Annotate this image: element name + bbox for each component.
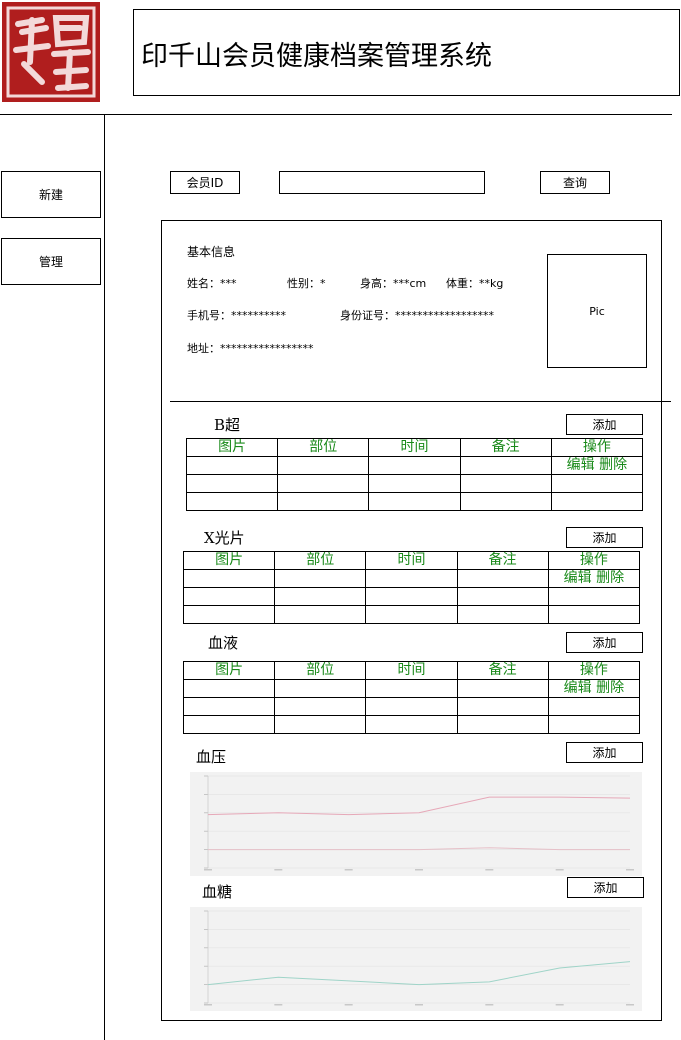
seal-glyph-icon xyxy=(6,6,96,98)
title-box: 印千山会员健康档案管理系统 xyxy=(133,9,680,96)
row-actions: 编辑 删除 xyxy=(550,456,644,475)
table-row xyxy=(185,492,644,511)
x-axis-tick xyxy=(555,869,564,871)
series-line-1 xyxy=(208,847,630,851)
section-title-blood-sugar: 血糖 xyxy=(202,883,233,901)
table-row xyxy=(182,587,641,606)
gender-field: 性别：* xyxy=(287,277,326,290)
logo-seal xyxy=(2,2,100,102)
table-row: 编辑 删除 xyxy=(185,456,644,475)
sidebar-manage-button[interactable]: 管理 xyxy=(1,238,101,285)
section-title-xray: X光片 xyxy=(204,529,245,547)
table-row xyxy=(185,474,644,493)
photo-placeholder-text: Pic xyxy=(589,304,605,318)
table-row: 编辑 删除 xyxy=(182,679,641,698)
sidebar-divider xyxy=(104,114,105,1040)
table-header-row: 图片 部位 时间 备注 操作 xyxy=(182,551,641,570)
section-title-blood: 血液 xyxy=(208,634,239,652)
x-axis-tick xyxy=(485,869,494,871)
id-card-field: 身份证号：****************** xyxy=(340,309,494,322)
blood-sugar-chart xyxy=(190,907,642,1011)
table-header-row: 图片 部位 时间 备注 操作 xyxy=(182,661,641,680)
table-header-row: 图片 部位 时间 备注 操作 xyxy=(185,438,644,457)
b-ultrasound-add-button[interactable]: 添加 xyxy=(566,414,643,435)
blood-table: 图片 部位 时间 备注 操作 编辑 删除 xyxy=(182,661,641,734)
info-divider xyxy=(170,401,671,402)
x-axis-tick xyxy=(274,869,283,871)
member-id-input[interactable] xyxy=(279,171,485,194)
row-actions: 编辑 删除 xyxy=(547,569,641,588)
col-header-image: 图片 xyxy=(185,438,279,457)
edit-link[interactable]: 编辑 xyxy=(564,571,592,587)
query-button[interactable]: 查询 xyxy=(540,171,610,194)
height-field: 身高：***cm xyxy=(360,277,427,290)
blood-sugar-chart-svg xyxy=(204,910,634,1006)
x-axis-tick xyxy=(626,1004,634,1006)
col-header-time: 时间 xyxy=(365,661,458,680)
table-row: 编辑 删除 xyxy=(182,569,641,588)
header-divider xyxy=(0,114,672,115)
col-header-action: 操作 xyxy=(547,551,641,570)
sidebar-new-button[interactable]: 新建 xyxy=(1,171,101,218)
blood-pressure-add-button[interactable]: 添加 xyxy=(566,742,643,763)
member-photo: Pic xyxy=(547,254,647,368)
col-header-part: 部位 xyxy=(277,438,370,457)
x-axis-tick xyxy=(344,1004,353,1006)
col-header-time: 时间 xyxy=(368,438,461,457)
table-row xyxy=(182,605,641,624)
blood-pressure-chart xyxy=(190,772,642,876)
blood-add-button[interactable]: 添加 xyxy=(566,632,643,653)
x-axis-tick xyxy=(204,1004,212,1006)
basic-info-heading: 基本信息 xyxy=(187,245,236,259)
x-axis-tick xyxy=(204,869,212,871)
address-field: 地址：***************** xyxy=(187,342,314,355)
page-title: 印千山会员健康档案管理系统 xyxy=(141,41,492,72)
series-line-0 xyxy=(207,796,631,816)
col-header-time: 时间 xyxy=(365,551,458,570)
section-title-blood-pressure: 血压 xyxy=(196,748,227,766)
col-header-remark: 备注 xyxy=(459,438,552,457)
table-row xyxy=(182,715,641,734)
col-header-part: 部位 xyxy=(274,551,367,570)
col-header-part: 部位 xyxy=(274,661,367,680)
weight-field: 体重：**kg xyxy=(446,277,504,290)
name-field: 姓名：*** xyxy=(187,277,237,290)
delete-link[interactable]: 删除 xyxy=(596,571,624,587)
col-header-action: 操作 xyxy=(550,438,644,457)
x-axis-tick xyxy=(485,1004,494,1006)
col-header-remark: 备注 xyxy=(456,551,549,570)
blood-pressure-chart-svg xyxy=(204,775,634,871)
table-row xyxy=(182,697,641,716)
delete-link[interactable]: 删除 xyxy=(599,458,627,474)
col-header-action: 操作 xyxy=(547,661,641,680)
x-axis-tick xyxy=(344,869,353,871)
delete-link[interactable]: 删除 xyxy=(596,681,624,697)
col-header-image: 图片 xyxy=(182,661,276,680)
b-ultrasound-table: 图片 部位 时间 备注 操作 编辑 删除 xyxy=(185,438,644,511)
x-axis-tick xyxy=(415,869,423,871)
edit-link[interactable]: 编辑 xyxy=(564,681,592,697)
x-axis-tick xyxy=(555,1004,564,1006)
section-title-b-ultrasound: B超 xyxy=(214,416,241,434)
series-line-0 xyxy=(207,961,631,986)
xray-table: 图片 部位 时间 备注 操作 编辑 删除 xyxy=(182,551,641,624)
xray-add-button[interactable]: 添加 xyxy=(566,527,643,548)
x-axis-tick xyxy=(415,1004,423,1006)
x-axis-tick xyxy=(626,869,634,871)
row-actions: 编辑 删除 xyxy=(547,679,641,698)
member-id-label: 会员ID xyxy=(170,171,240,194)
edit-link[interactable]: 编辑 xyxy=(567,458,595,474)
col-header-image: 图片 xyxy=(182,551,276,570)
blood-sugar-add-button[interactable]: 添加 xyxy=(567,877,644,898)
phone-field: 手机号：********** xyxy=(187,309,286,322)
col-header-remark: 备注 xyxy=(456,661,549,680)
x-axis-tick xyxy=(274,1004,283,1006)
